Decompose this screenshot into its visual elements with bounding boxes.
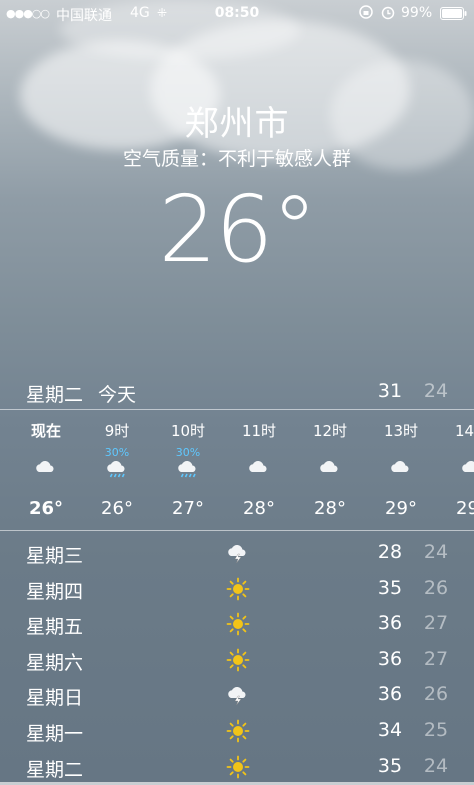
rain-cloud-icon [105, 457, 129, 479]
low-temp: 24 [423, 754, 449, 777]
cloud-icon [247, 457, 271, 479]
daily-row: 星期五 36 27 [0, 608, 474, 642]
hourly-temp: 27° [172, 498, 204, 519]
sun-icon [226, 577, 250, 601]
hourly-forecast[interactable]: 现在 26° 9时 30% 26° 10时 30% 27° 11时 28° 12时 28° 13时 29°… [0, 410, 474, 530]
hourly-temp: 29° [385, 498, 417, 519]
rain-cloud-icon [176, 457, 200, 479]
air-quality: 空气质量：不利于敏感人群 [122, 148, 351, 170]
high-temp: 34 [377, 719, 403, 741]
high-temp: 36 [377, 612, 403, 635]
sun-icon [226, 648, 250, 672]
low-temp: 27 [423, 612, 449, 635]
daily-row: 星期四 35 26 [0, 573, 474, 607]
day-name: 星期日 [26, 687, 84, 710]
hourly-time: 14时 [454, 422, 474, 440]
cloud-icon [460, 457, 474, 479]
divider [0, 530, 474, 531]
status-bar: ●●●○○ 中国联通 4G ⁜ 08:50 99% [0, 0, 474, 28]
today-label: 今天 [98, 384, 137, 406]
hourly-time: 12时 [312, 422, 348, 440]
today-low: 24 [423, 380, 449, 402]
day-name: 星期六 [26, 651, 84, 674]
hourly-time: 9时 [104, 422, 130, 440]
hourly-temp: 28° [243, 498, 275, 519]
hourly-temp: 29° [456, 498, 474, 519]
low-temp: 25 [423, 719, 449, 741]
low-temp: 26 [423, 576, 449, 599]
thunderstorm-icon [226, 541, 250, 565]
daily-row: 星期一 34 25 [0, 715, 474, 749]
sun-icon [226, 612, 250, 636]
sun-icon [226, 755, 250, 779]
daily-row: 星期六 36 27 [0, 644, 474, 678]
hourly-time: 现在 [30, 422, 61, 440]
high-temp: 28 [377, 541, 403, 563]
cloud-icon [389, 457, 413, 479]
battery-percent: 99% [401, 5, 433, 21]
city-name: 郑州市 [184, 104, 290, 144]
day-name: 星期三 [26, 545, 84, 567]
low-temp: 27 [423, 647, 449, 670]
hourly-time: 10时 [170, 422, 206, 440]
low-temp: 26 [423, 683, 449, 706]
high-temp: 36 [377, 683, 403, 706]
hourly-temp: 28° [314, 498, 346, 519]
current-temperature: 26° [158, 176, 317, 283]
today-high: 31 [377, 380, 403, 402]
low-temp: 24 [423, 541, 449, 563]
high-temp: 36 [377, 647, 403, 670]
daily-row: 星期二 35 24 [0, 751, 474, 785]
day-name: 星期五 [26, 616, 84, 639]
high-temp: 35 [377, 754, 403, 777]
battery-icon [440, 7, 468, 24]
hourly-temp: 26° [28, 498, 64, 519]
today-day: 星期二 [26, 384, 84, 406]
hourly-time: 13时 [383, 422, 419, 440]
today-summary: 星期二 今天 31 24 [0, 380, 474, 406]
hourly-temp: 26° [101, 498, 133, 519]
high-temp: 35 [377, 576, 403, 599]
alarm-icon [380, 4, 396, 24]
thunderstorm-icon [226, 683, 250, 707]
cloud-icon [318, 457, 342, 479]
daily-row: 星期三 28 24 [0, 537, 474, 571]
cloud-icon [34, 457, 58, 479]
sun-icon [226, 719, 250, 743]
day-name: 星期二 [26, 758, 84, 781]
rotation-lock-icon [358, 4, 374, 24]
daily-row: 星期日 36 26 [0, 679, 474, 713]
day-name: 星期一 [26, 723, 84, 745]
hourly-time: 11时 [241, 422, 277, 440]
day-name: 星期四 [26, 580, 84, 603]
